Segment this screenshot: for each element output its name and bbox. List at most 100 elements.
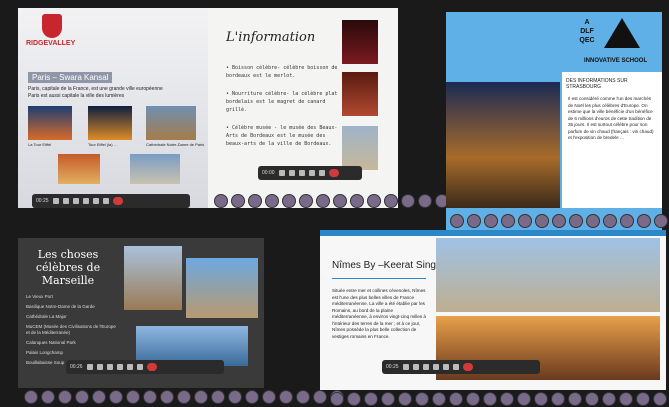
hang-up-button[interactable]	[462, 363, 473, 371]
list-item: Le Vieux Port	[26, 294, 53, 299]
more-icon[interactable]	[432, 364, 439, 370]
participant-avatar[interactable]	[248, 194, 262, 208]
participant-avatar[interactable]	[41, 390, 55, 404]
participant-avatar[interactable]	[143, 390, 157, 404]
mic-icon[interactable]	[62, 198, 69, 204]
participant-avatar[interactable]	[653, 392, 667, 406]
participant-avatar[interactable]	[586, 214, 600, 228]
participant-avatar[interactable]	[296, 390, 310, 404]
participant-avatar[interactable]	[126, 390, 140, 404]
participant-avatar[interactable]	[637, 214, 651, 228]
participant-avatar[interactable]	[347, 392, 361, 406]
participant-avatar[interactable]	[602, 392, 616, 406]
participant-avatar[interactable]	[231, 194, 245, 208]
more-icon[interactable]	[82, 198, 89, 204]
participant-avatar[interactable]	[552, 214, 566, 228]
participant-avatar[interactable]	[194, 390, 208, 404]
participant-avatar[interactable]	[518, 214, 532, 228]
participant-avatar[interactable]	[330, 392, 344, 406]
participant-avatar[interactable]	[551, 392, 565, 406]
participant-avatar[interactable]	[381, 392, 395, 406]
participant-avatar[interactable]	[364, 392, 378, 406]
mic-icon[interactable]	[412, 364, 419, 370]
participant-avatar[interactable]	[517, 392, 531, 406]
participant-avatar[interactable]	[350, 194, 364, 208]
hand-icon[interactable]	[92, 198, 99, 204]
hand-icon[interactable]	[126, 364, 133, 370]
mic-icon[interactable]	[288, 170, 295, 176]
participant-avatar[interactable]	[214, 194, 228, 208]
participant-avatar[interactable]	[603, 214, 617, 228]
hang-up-button[interactable]	[328, 169, 339, 177]
photo-basilica	[186, 258, 258, 318]
camera-icon[interactable]	[52, 198, 59, 204]
hang-up-button[interactable]	[112, 197, 123, 205]
chat-icon[interactable]	[102, 198, 109, 204]
participant-avatar[interactable]	[367, 194, 381, 208]
logo-line: DLF	[580, 28, 594, 35]
participant-avatar[interactable]	[619, 392, 633, 406]
participant-avatar[interactable]	[109, 390, 123, 404]
hand-icon[interactable]	[442, 364, 449, 370]
more-icon[interactable]	[116, 364, 123, 370]
share-icon[interactable]	[298, 170, 305, 176]
participant-avatar[interactable]	[24, 390, 38, 404]
participant-avatar[interactable]	[535, 214, 549, 228]
participant-avatar[interactable]	[568, 392, 582, 406]
camera-icon[interactable]	[402, 364, 409, 370]
participant-avatar[interactable]	[384, 194, 398, 208]
participant-avatar[interactable]	[160, 390, 174, 404]
participant-avatar[interactable]	[484, 214, 498, 228]
participant-avatar[interactable]	[467, 214, 481, 228]
chat-icon[interactable]	[136, 364, 143, 370]
participant-avatar[interactable]	[415, 392, 429, 406]
participant-avatar[interactable]	[466, 392, 480, 406]
list-item: MuCEM (Musée des Civilisations de l'Euro…	[26, 324, 116, 335]
share-icon[interactable]	[72, 198, 79, 204]
participant-avatar[interactable]	[228, 390, 242, 404]
share-icon[interactable]	[106, 364, 113, 370]
participant-avatar[interactable]	[282, 194, 296, 208]
participant-avatar[interactable]	[265, 194, 279, 208]
mic-icon[interactable]	[96, 364, 103, 370]
hand-icon[interactable]	[318, 170, 325, 176]
participant-avatar[interactable]	[211, 390, 225, 404]
participant-avatar[interactable]	[75, 390, 89, 404]
list-item: Palais Longchamp	[26, 350, 64, 355]
camera-icon[interactable]	[278, 170, 285, 176]
camera-icon[interactable]	[86, 364, 93, 370]
participant-avatar[interactable]	[92, 390, 106, 404]
chat-icon[interactable]	[452, 364, 459, 370]
participant-avatar[interactable]	[620, 214, 634, 228]
hang-up-button[interactable]	[146, 363, 157, 371]
participant-avatar[interactable]	[58, 390, 72, 404]
participant-avatar[interactable]	[500, 392, 514, 406]
participant-avatar[interactable]	[299, 194, 313, 208]
share-icon[interactable]	[422, 364, 429, 370]
participant-avatar[interactable]	[177, 390, 191, 404]
participant-avatar[interactable]	[432, 392, 446, 406]
participant-avatar[interactable]	[449, 392, 463, 406]
bullet-item: Paris est aussi capitale la ville des lu…	[28, 93, 125, 99]
participant-avatar[interactable]	[262, 390, 276, 404]
participant-strip	[214, 194, 466, 208]
more-icon[interactable]	[308, 170, 315, 176]
participant-avatar[interactable]	[401, 194, 415, 208]
participant-avatar[interactable]	[654, 214, 668, 228]
participant-avatar[interactable]	[418, 194, 432, 208]
participant-avatar[interactable]	[313, 390, 327, 404]
participant-avatar[interactable]	[534, 392, 548, 406]
participant-avatar[interactable]	[569, 214, 583, 228]
participant-avatar[interactable]	[501, 214, 515, 228]
participant-avatar[interactable]	[316, 194, 330, 208]
meeting-toolbar: 00:25	[382, 360, 540, 374]
participant-avatar[interactable]	[398, 392, 412, 406]
title-rule	[332, 278, 426, 279]
participant-avatar[interactable]	[585, 392, 599, 406]
participant-avatar[interactable]	[279, 390, 293, 404]
participant-avatar[interactable]	[636, 392, 650, 406]
participant-avatar[interactable]	[245, 390, 259, 404]
participant-avatar[interactable]	[333, 194, 347, 208]
participant-avatar[interactable]	[483, 392, 497, 406]
participant-avatar[interactable]	[450, 214, 464, 228]
